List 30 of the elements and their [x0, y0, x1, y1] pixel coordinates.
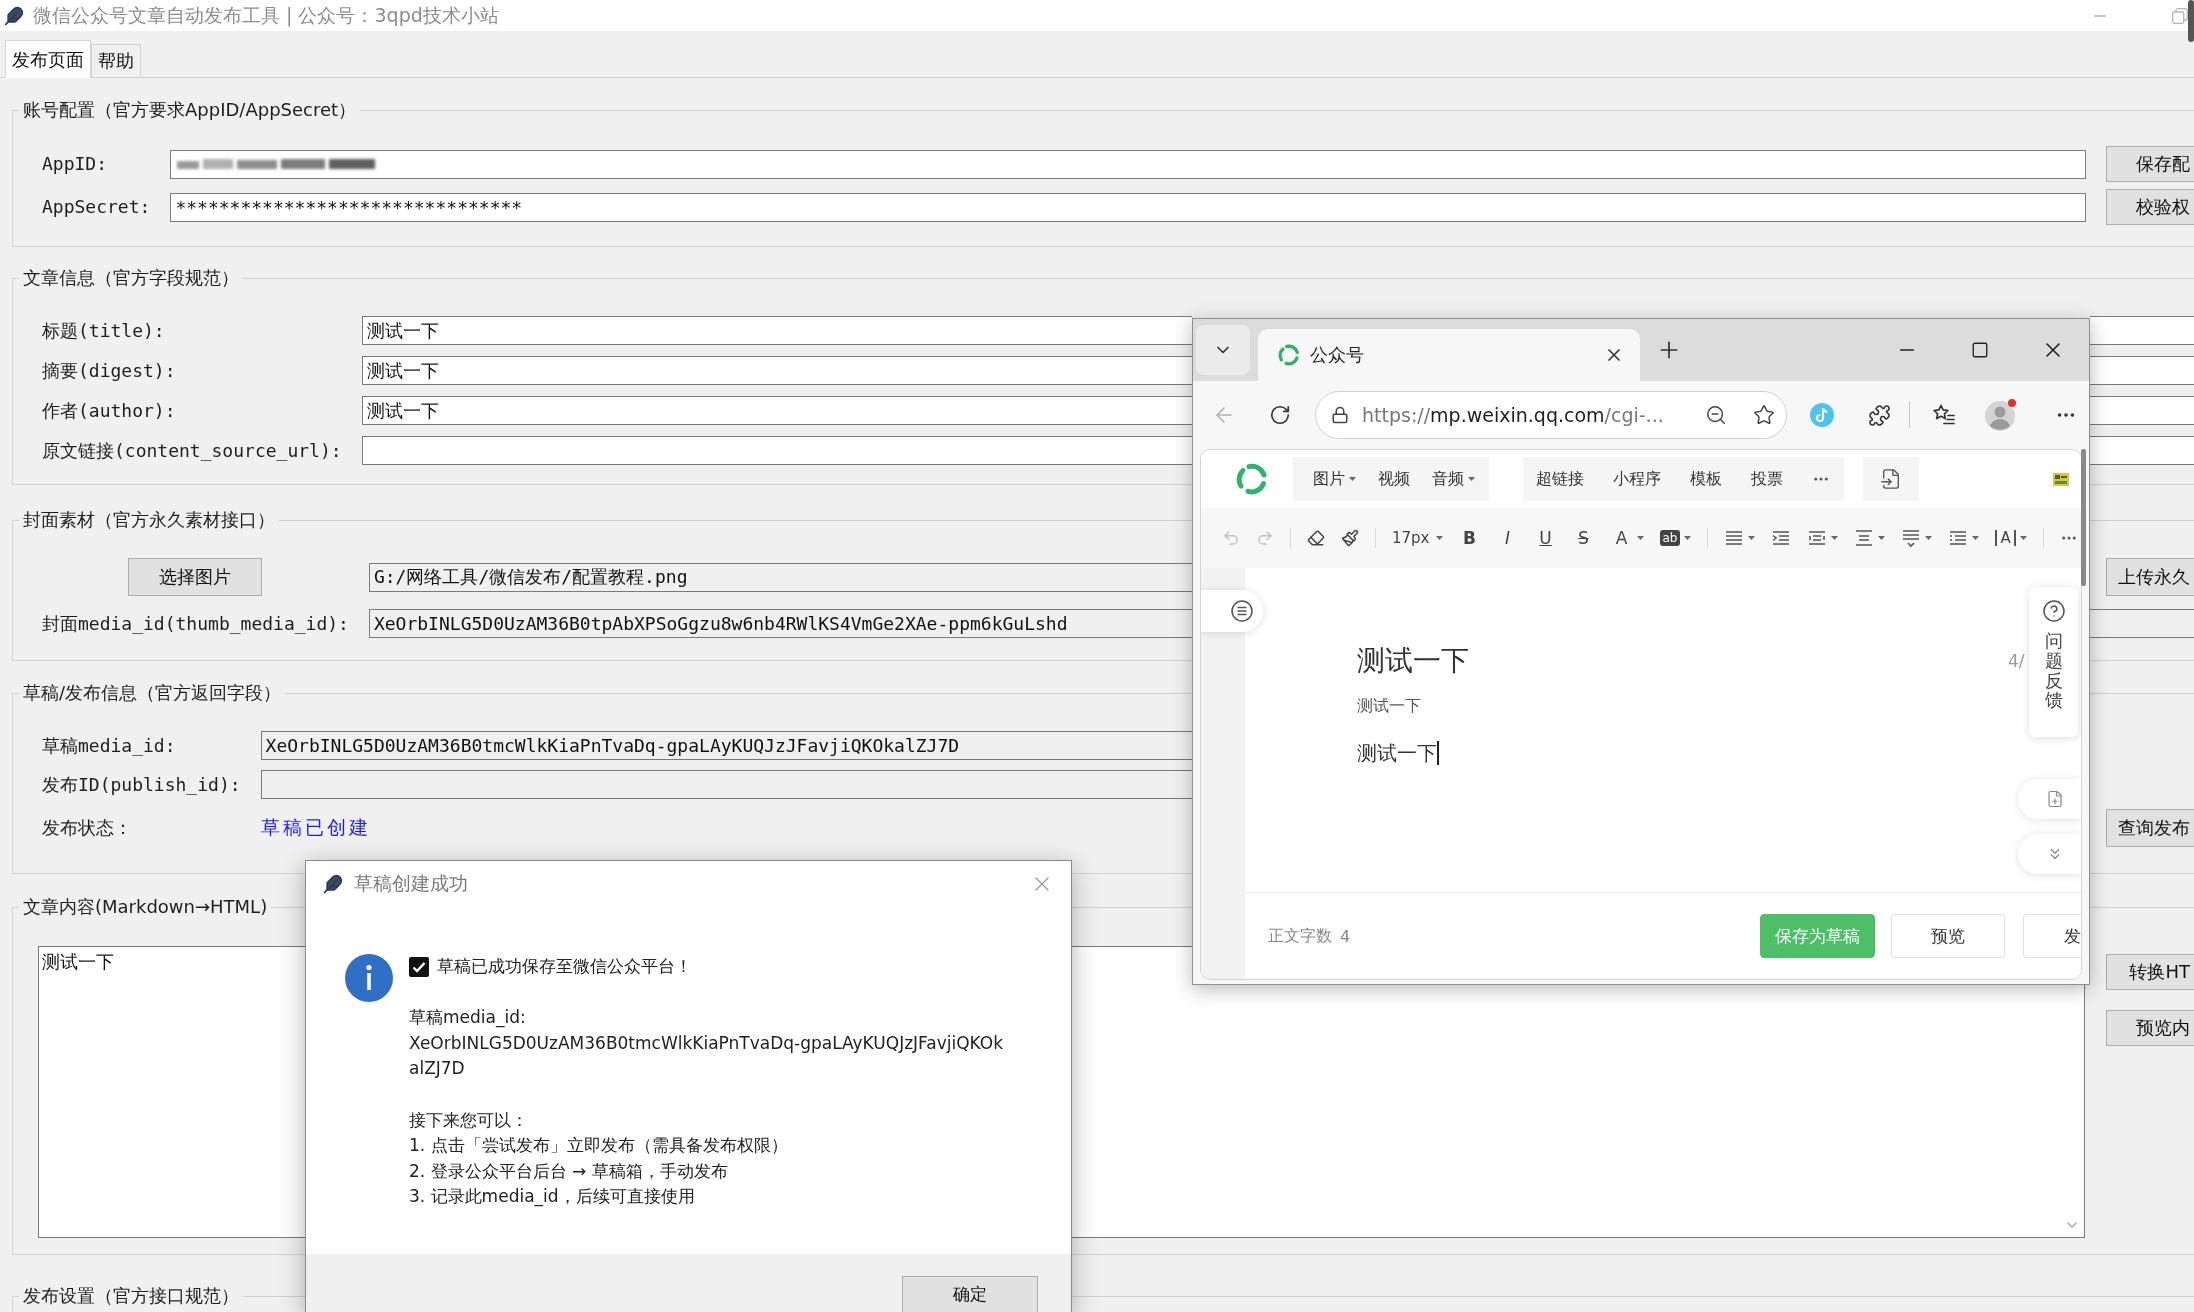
field-label: 发布ID(publish_id):: [42, 772, 241, 797]
dialog-title: 草稿创建成功: [354, 871, 468, 896]
word-count-label: 正文字数: [1268, 925, 1332, 947]
instructions-heading: 接下来您可以：: [409, 1108, 528, 1132]
field-label: 发布状态：: [42, 816, 132, 840]
address-url: https://mp.weixin.qq.com/cgi-...: [1362, 404, 1664, 426]
title-count: 4/: [2008, 650, 2025, 672]
media-id-text: XeOrbINLG5D0UzAM36B0tmcWlkKiaPnTvaDq-gpaLAyKUQJzJFavjiQKOkalZJ7D: [409, 1031, 1005, 1081]
section-title: 文章内容(Markdown→HTML): [22, 895, 269, 919]
section-title: 封面素材（官方永久素材接口）: [22, 508, 276, 532]
instruction-item: 1. 点击「尝试发布」立即发布（需具备发布权限）: [409, 1134, 788, 1158]
section-title: 发布设置（官方接口规范）: [22, 1284, 240, 1308]
status-text: 草稿已创建: [260, 815, 371, 840]
field-label: 封面media_id(thumb_media_id):: [42, 611, 349, 636]
instruction-item: 3. 记录此media_id，后续可直接使用: [409, 1185, 695, 1209]
field-label: 草稿media_id:: [409, 1006, 526, 1030]
field-label: 原文链接(content_source_url):: [42, 438, 342, 463]
section-title: 草稿/发布信息（官方返回字段）: [22, 681, 283, 705]
field-label: AppID:: [42, 152, 108, 176]
message-text: 草稿已成功保存至微信公众平台！: [437, 955, 692, 978]
field-label: 作者(author):: [42, 398, 176, 423]
instruction-item: 2. 登录公众平台后台 → 草稿箱，手动发布: [409, 1159, 728, 1183]
section-title: 文章信息（官方字段规范）: [22, 266, 240, 290]
section-title: 账号配置（官方要求AppID/AppSecret）: [22, 98, 358, 122]
word-count: 4: [1340, 926, 1351, 946]
field-label: 摘要(digest):: [42, 358, 176, 383]
field-label: AppSecret:: [42, 195, 151, 219]
window-title: 微信公众号文章自动发布工具 | 公众号：3qpd技术小站: [33, 2, 499, 29]
field-label: 草稿media_id:: [42, 733, 176, 758]
field-label: 标题(title):: [42, 318, 165, 343]
